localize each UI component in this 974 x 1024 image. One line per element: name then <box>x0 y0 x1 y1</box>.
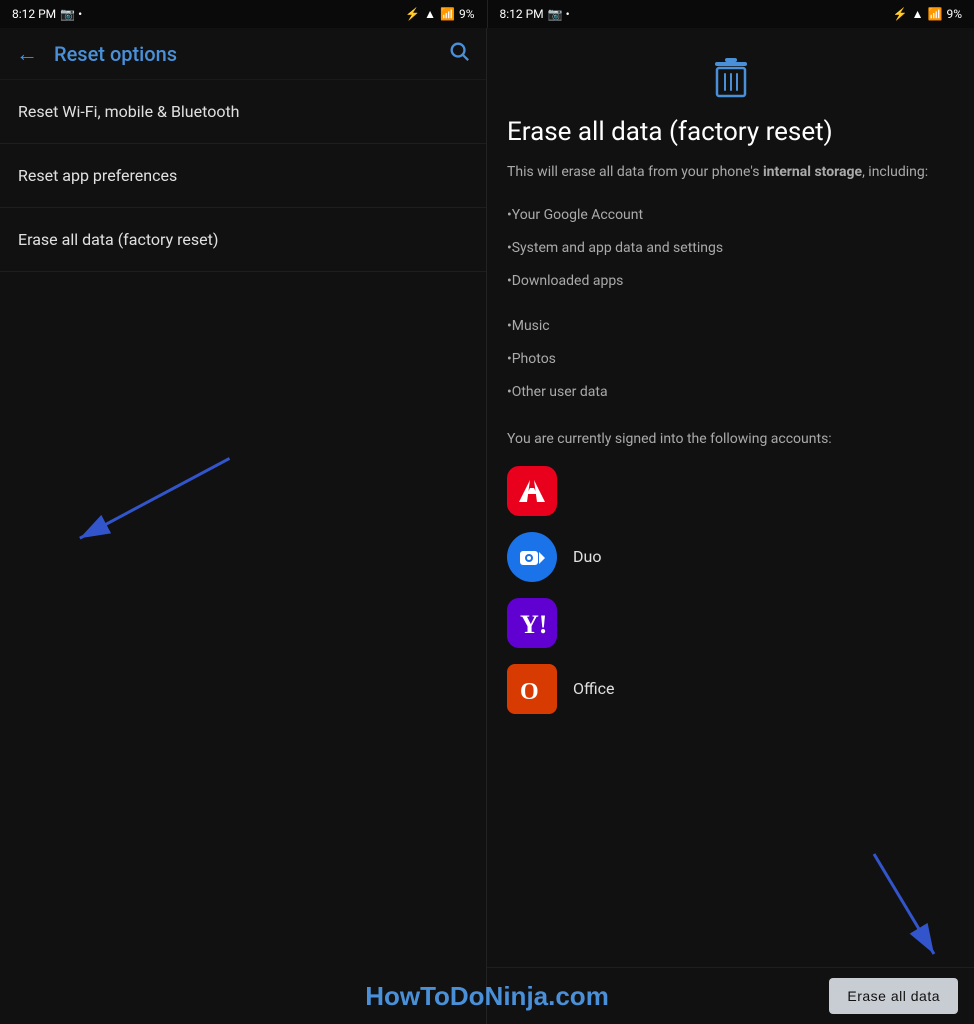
account-item-duo: Duo <box>507 532 954 582</box>
page-title: Reset options <box>54 42 448 66</box>
left-status-right: ⚡ ▲ 📶 9% <box>405 7 474 21</box>
left-battery: 9% <box>459 7 475 21</box>
right-wifi-icon: ▲ <box>912 7 924 21</box>
right-bluetooth-icon: ⚡ <box>893 7 908 21</box>
left-bluetooth-icon: ⚡ <box>405 7 420 21</box>
right-status-time-area: 8:12 PM 📷 • <box>500 7 570 21</box>
menu-item-factory-reset[interactable]: Erase all data (factory reset) <box>0 208 486 272</box>
right-content: Erase all data (factory reset) This will… <box>487 28 974 967</box>
yahoo-icon: Y! <box>507 598 557 648</box>
status-bars: 8:12 PM 📷 • ⚡ ▲ 📶 9% 8:12 PM 📷 • ⚡ ▲ 📶 9… <box>0 0 974 28</box>
bottom-action-bar: Erase all data <box>487 967 974 1024</box>
bullet-google-account: •Your Google Account <box>507 199 954 232</box>
office-icon: O <box>507 664 557 714</box>
left-time: 8:12 PM <box>12 7 56 21</box>
description-bold: internal storage <box>763 164 862 180</box>
account-item-adobe <box>507 466 954 516</box>
left-header: ← Reset options <box>0 28 486 80</box>
office-label: Office <box>573 679 615 698</box>
right-signal-icon: 📶 <box>928 7 943 21</box>
bullet-system-data: •System and app data and settings <box>507 232 954 265</box>
description-prefix: This will erase all data from your phone… <box>507 164 763 180</box>
factory-reset-description: This will erase all data from your phone… <box>507 162 954 183</box>
left-wifi-icon: ▲ <box>424 7 436 21</box>
back-button[interactable]: ← <box>16 41 38 67</box>
account-item-yahoo: Y! <box>507 598 954 648</box>
left-status-icons: 📷 • <box>60 7 82 21</box>
left-status-time-area: 8:12 PM 📷 • <box>12 7 82 21</box>
svg-text:Y!: Y! <box>520 610 547 639</box>
right-status-bar: 8:12 PM 📷 • ⚡ ▲ 📶 9% <box>488 0 974 28</box>
right-status-right: ⚡ ▲ 📶 9% <box>893 7 962 21</box>
trash-icon <box>711 56 751 100</box>
right-battery: 9% <box>946 7 962 21</box>
factory-reset-title: Erase all data (factory reset) <box>507 116 954 150</box>
accounts-description: You are currently signed into the follow… <box>507 429 954 450</box>
duo-label: Duo <box>573 547 601 566</box>
left-status-bar: 8:12 PM 📷 • ⚡ ▲ 📶 9% <box>0 0 487 28</box>
main-content: ← Reset options Reset Wi-Fi, mobile & Bl… <box>0 28 974 1024</box>
bullet-user-data: •Other user data <box>507 376 954 409</box>
bullet-photos: •Photos <box>507 343 954 376</box>
bullet-downloaded-apps: •Downloaded apps <box>507 265 954 298</box>
duo-icon <box>507 532 557 582</box>
right-panel[interactable]: Erase all data (factory reset) This will… <box>487 28 974 1024</box>
svg-text:O: O <box>520 679 539 705</box>
menu-item-app-preferences[interactable]: Reset app preferences <box>0 144 486 208</box>
right-time: 8:12 PM <box>500 7 544 21</box>
accounts-section: You are currently signed into the follow… <box>507 429 954 714</box>
account-item-office: O Office <box>507 664 954 714</box>
left-signal-icon: 📶 <box>440 7 455 21</box>
description-suffix: , including: <box>862 164 928 180</box>
left-panel: ← Reset options Reset Wi-Fi, mobile & Bl… <box>0 28 487 1024</box>
menu-item-wifi[interactable]: Reset Wi-Fi, mobile & Bluetooth <box>0 80 486 144</box>
right-status-icons: 📷 • <box>548 7 570 21</box>
adobe-icon <box>507 466 557 516</box>
erase-all-data-button[interactable]: Erase all data <box>829 978 958 1014</box>
search-button[interactable] <box>448 40 470 67</box>
bullet-list: •Your Google Account •System and app dat… <box>507 199 954 409</box>
arrow-annotation-left <box>0 272 486 1024</box>
trash-icon-container <box>507 56 954 100</box>
bullet-music: •Music <box>507 310 954 343</box>
